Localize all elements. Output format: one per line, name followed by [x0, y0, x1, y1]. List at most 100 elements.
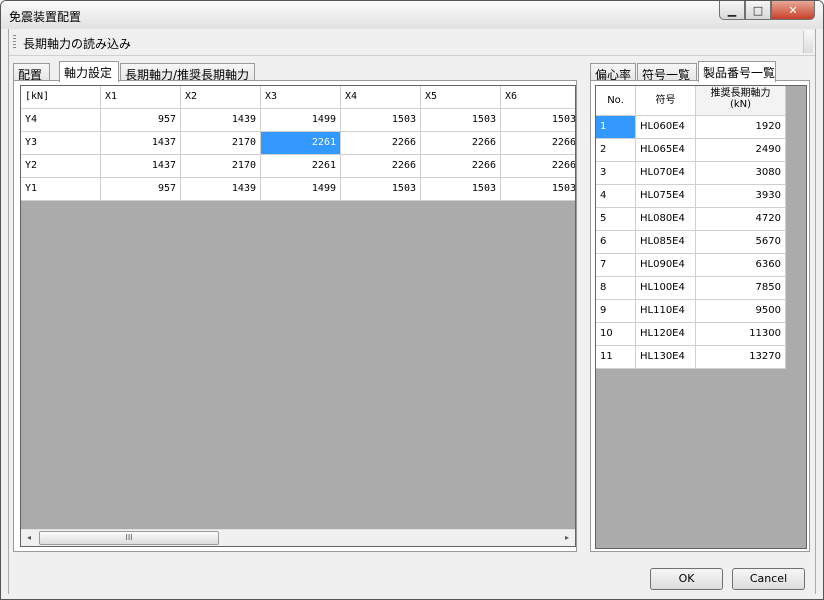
column-header[interactable]: X1	[101, 86, 181, 109]
axial-force-cell[interactable]: 1437	[101, 132, 181, 155]
table-row[interactable]: 9 HL110E4 9500	[596, 300, 786, 323]
axial-force-cell[interactable]: 1499	[261, 178, 341, 201]
row-number[interactable]: 10	[596, 323, 636, 346]
right-tab-3[interactable]: 製品番号一覧	[698, 61, 776, 82]
product-code[interactable]: HL130E4	[636, 346, 696, 369]
table-row[interactable]: 1 HL060E4 1920	[596, 116, 786, 139]
table-row[interactable]: 6 HL085E4 5670	[596, 231, 786, 254]
minimize-button[interactable]: ▁	[719, 1, 745, 20]
recommended-force[interactable]: 9500	[696, 300, 786, 323]
maximize-button[interactable]: □	[745, 1, 771, 20]
product-code[interactable]: HL075E4	[636, 185, 696, 208]
table-row[interactable]: 3 HL070E4 3080	[596, 162, 786, 185]
row-number[interactable]: 8	[596, 277, 636, 300]
table-row[interactable]: 2 HL065E4 2490	[596, 139, 786, 162]
recommended-force[interactable]: 5670	[696, 231, 786, 254]
product-code[interactable]: HL100E4	[636, 277, 696, 300]
load-longterm-axial-button[interactable]: 長期軸力の読み込み	[23, 35, 131, 52]
axial-force-cell[interactable]: 2266	[421, 155, 501, 178]
product-code[interactable]: HL120E4	[636, 323, 696, 346]
product-code[interactable]: HL080E4	[636, 208, 696, 231]
product-code[interactable]: HL090E4	[636, 254, 696, 277]
toolbar-grip-icon[interactable]	[13, 35, 16, 49]
row-number[interactable]: 7	[596, 254, 636, 277]
row-number[interactable]: 1	[596, 116, 636, 139]
axial-force-cell[interactable]: 2266	[501, 132, 575, 155]
axial-force-cell[interactable]: 2170	[181, 155, 261, 178]
axial-force-cell[interactable]: 1503	[421, 178, 501, 201]
product-code[interactable]: HL070E4	[636, 162, 696, 185]
product-code[interactable]: HL060E4	[636, 116, 696, 139]
axial-force-cell[interactable]: 1439	[181, 178, 261, 201]
row-number[interactable]: 11	[596, 346, 636, 369]
axial-force-cell[interactable]: 1503	[501, 178, 575, 201]
recommended-force[interactable]: 11300	[696, 323, 786, 346]
product-code[interactable]: HL085E4	[636, 231, 696, 254]
scroll-left-icon[interactable]: ◂	[24, 533, 34, 543]
column-header[interactable]: X3	[261, 86, 341, 109]
axial-force-cell[interactable]: 2261	[261, 132, 341, 155]
axial-force-cell[interactable]: 2261	[261, 155, 341, 178]
title-bar[interactable]: 免震装置配置 ▁ □ ✕	[1, 1, 823, 29]
ok-button[interactable]: OK	[650, 568, 723, 590]
recommended-force[interactable]: 3080	[696, 162, 786, 185]
row-number[interactable]: 2	[596, 139, 636, 162]
axial-force-cell[interactable]: 1499	[261, 109, 341, 132]
axial-force-cell[interactable]: 1437	[101, 155, 181, 178]
axial-force-cell[interactable]: 957	[101, 109, 181, 132]
axial-force-cell[interactable]: 1503	[341, 109, 421, 132]
row-number[interactable]: 3	[596, 162, 636, 185]
recommended-force[interactable]: 3930	[696, 185, 786, 208]
axial-force-cell[interactable]: 1503	[501, 109, 575, 132]
axial-force-cell[interactable]: 2266	[421, 132, 501, 155]
axial-force-cell[interactable]: 1503	[421, 109, 501, 132]
axial-force-grid[interactable]: ◂ III ▸ [kN] X1 X2 X3 X4 X5 X6 Y4 957 1439 1499 150…	[20, 85, 576, 547]
scroll-right-icon[interactable]: ▸	[562, 533, 572, 543]
product-number-grid[interactable]: No. 符号 推奨長期軸力 (kN) 1 HL060E4 1920 2 HL065E4 2490…	[595, 85, 807, 549]
table-row[interactable]: 8 HL100E4 7850	[596, 277, 786, 300]
axial-force-cell[interactable]: 1503	[341, 178, 421, 201]
row-number[interactable]: 9	[596, 300, 636, 323]
column-header[interactable]: No.	[596, 86, 636, 116]
scrollbar-thumb[interactable]: III	[39, 531, 219, 545]
table-row[interactable]: 5 HL080E4 4720	[596, 208, 786, 231]
axial-force-cell[interactable]: 2266	[501, 155, 575, 178]
toolbar-overflow-button[interactable]	[803, 31, 813, 53]
column-header[interactable]: 符号	[636, 86, 696, 116]
column-header[interactable]: X6	[501, 86, 575, 109]
table-row[interactable]: 10 HL120E4 11300	[596, 323, 786, 346]
axial-force-cell[interactable]: 1439	[181, 109, 261, 132]
row-number[interactable]: 5	[596, 208, 636, 231]
recommended-force[interactable]: 1920	[696, 116, 786, 139]
right-tab-2[interactable]: 符号一覧	[637, 63, 697, 82]
axial-force-cell[interactable]: 2170	[181, 132, 261, 155]
left-tab-1[interactable]: 配置	[13, 63, 50, 82]
right-tab-1[interactable]: 偏心率	[590, 63, 636, 82]
recommended-force[interactable]: 6360	[696, 254, 786, 277]
row-number[interactable]: 6	[596, 231, 636, 254]
recommended-force[interactable]: 2490	[696, 139, 786, 162]
horizontal-scrollbar[interactable]: ◂ III ▸	[21, 529, 575, 546]
row-header[interactable]: Y4	[21, 109, 101, 132]
left-tab-2[interactable]: 軸力設定	[59, 61, 119, 82]
left-tab-3[interactable]: 長期軸力/推奨長期軸力	[120, 63, 255, 82]
column-header[interactable]: X4	[341, 86, 421, 109]
table-row[interactable]: 4 HL075E4 3930	[596, 185, 786, 208]
column-header[interactable]: 推奨長期軸力 (kN)	[696, 86, 786, 116]
row-header[interactable]: Y1	[21, 178, 101, 201]
column-header[interactable]: X5	[421, 86, 501, 109]
product-code[interactable]: HL065E4	[636, 139, 696, 162]
axial-force-cell[interactable]: 2266	[341, 155, 421, 178]
product-code[interactable]: HL110E4	[636, 300, 696, 323]
axial-force-cell[interactable]: 957	[101, 178, 181, 201]
close-button[interactable]: ✕	[771, 1, 815, 20]
recommended-force[interactable]: 7850	[696, 277, 786, 300]
row-header[interactable]: Y3	[21, 132, 101, 155]
recommended-force[interactable]: 4720	[696, 208, 786, 231]
cancel-button[interactable]: Cancel	[732, 568, 805, 590]
column-header[interactable]: X2	[181, 86, 261, 109]
row-number[interactable]: 4	[596, 185, 636, 208]
table-row[interactable]: 7 HL090E4 6360	[596, 254, 786, 277]
row-header[interactable]: Y2	[21, 155, 101, 178]
recommended-force[interactable]: 13270	[696, 346, 786, 369]
